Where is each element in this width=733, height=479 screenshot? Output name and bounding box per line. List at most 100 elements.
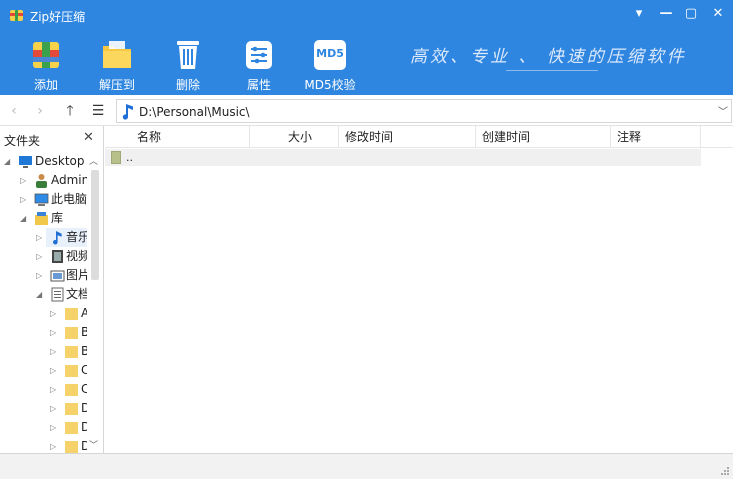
up-arrow-icon[interactable]: 🡑	[60, 101, 80, 121]
expanded-arrow-icon[interactable]: ◢	[36, 285, 46, 304]
delete-button[interactable]: 删除	[158, 38, 218, 93]
scroll-up-icon[interactable]: ︿	[89, 154, 98, 167]
menu-dropdown-icon[interactable]: ▾	[628, 4, 650, 24]
path-input[interactable]: D:\Personal\Music\ ﹀	[116, 99, 732, 123]
properties-button[interactable]: 属性	[229, 38, 289, 93]
list-view-icon[interactable]: ☰	[88, 101, 108, 121]
folder-pane-title: 文件夹	[4, 134, 41, 148]
title-bar: Zip好压缩 ▾ — ▢ ✕	[0, 0, 733, 30]
folder-icon	[65, 308, 78, 320]
collapsed-arrow-icon[interactable]: ▷	[36, 247, 46, 266]
document-icon	[51, 287, 64, 302]
file-name: ..	[126, 151, 133, 164]
tree-item-folder[interactable]: ▷ C	[0, 380, 89, 399]
properties-label: 属性	[246, 78, 271, 92]
collapsed-arrow-icon[interactable]: ▷	[36, 228, 46, 247]
tree-item-admin[interactable]: ▷ Admin	[0, 171, 90, 190]
column-comment[interactable]: 注释	[611, 126, 701, 148]
collapsed-arrow-icon[interactable]: ▷	[50, 399, 60, 418]
tree-item-folder[interactable]: ▷ D	[0, 437, 90, 453]
column-size[interactable]: 大小	[250, 126, 339, 148]
folder-icon	[65, 441, 78, 453]
folder-icon	[65, 384, 78, 396]
collapsed-arrow-icon[interactable]: ▷	[50, 437, 60, 453]
tree-item-library[interactable]: ◢ 库	[0, 209, 87, 228]
folder-extract-icon	[103, 41, 131, 68]
tree-item-video[interactable]: ▷ 视频	[0, 247, 90, 266]
slogan: 高效、专业 、 快速的压缩软件	[410, 47, 687, 67]
ribbon: Zip好压缩 ▾ — ▢ ✕ 添加 解压到 删除 属性 MD5 MD5校验 高效…	[0, 0, 733, 95]
table-row[interactable]: ..	[105, 149, 701, 166]
tree-item-label: Desktop	[35, 154, 85, 168]
tree-item-desktop[interactable]: ◢ Desktop	[0, 152, 87, 171]
tree-item-folder[interactable]: ▷ A	[0, 304, 89, 323]
library-icon	[35, 212, 48, 225]
folder-pane-header: 文件夹 ✕	[0, 126, 103, 150]
tree-item-label: 此电脑	[51, 192, 88, 206]
tree-item-this-pc[interactable]: ▷ 此电脑	[0, 190, 87, 209]
collapsed-arrow-icon[interactable]: ▷	[50, 380, 60, 399]
collapsed-arrow-icon[interactable]: ▷	[50, 418, 60, 437]
collapsed-arrow-icon[interactable]: ▷	[50, 323, 60, 342]
properties-sliders-icon	[246, 41, 272, 69]
video-icon	[52, 250, 63, 263]
folder-icon	[65, 327, 78, 339]
expanded-arrow-icon[interactable]: ◢	[20, 209, 30, 228]
music-icon	[53, 231, 62, 245]
column-created[interactable]: 创建时间	[476, 126, 611, 148]
tree-item-folder[interactable]: ▷ B	[0, 323, 89, 342]
parent-folder-icon	[111, 151, 121, 164]
collapsed-arrow-icon[interactable]: ▷	[36, 266, 46, 285]
tree-item-music[interactable]: 音乐	[46, 228, 90, 247]
folder-icon	[65, 346, 78, 358]
tree-item-documents[interactable]: ◢ 文档	[0, 285, 90, 304]
tree-item-folder[interactable]: ▷ B	[0, 342, 89, 361]
address-bar: ‹ › 🡑 ☰ D:\Personal\Music\ ﹀	[0, 95, 733, 126]
collapsed-arrow-icon[interactable]: ▷	[20, 171, 30, 190]
column-modified[interactable]: 修改时间	[339, 126, 476, 148]
trash-icon	[177, 41, 199, 69]
maximize-button[interactable]: ▢	[680, 4, 702, 24]
folder-icon	[65, 422, 78, 434]
scroll-down-icon[interactable]: ﹀	[89, 438, 98, 451]
app-title: Zip好压缩	[30, 10, 86, 24]
column-header: 名称 大小 修改时间 创建时间 注释	[105, 126, 733, 148]
md5-icon: MD5	[314, 40, 346, 70]
add-label: 添加	[33, 78, 58, 92]
tree-item-label: Admin	[51, 173, 90, 187]
tree-item-folder[interactable]: ▷ C	[0, 361, 89, 380]
back-icon[interactable]: ‹	[4, 101, 24, 121]
collapsed-arrow-icon[interactable]: ▷	[50, 342, 60, 361]
column-name[interactable]: 名称	[105, 126, 250, 148]
md5-label: MD5校验	[304, 78, 356, 92]
tree-item-folder[interactable]: ▷ D	[0, 418, 90, 437]
collapsed-arrow-icon[interactable]: ▷	[50, 304, 60, 323]
tree-scrollbar[interactable]: ︿ ﹀	[87, 152, 102, 452]
picture-icon	[50, 270, 65, 282]
path-text: D:\Personal\Music\	[139, 105, 250, 119]
tree-item-pictures[interactable]: ▷ 图片	[0, 266, 90, 285]
add-button[interactable]: 添加	[16, 38, 76, 93]
minimize-button[interactable]: —	[655, 4, 677, 24]
chevron-down-icon[interactable]: ﹀	[718, 103, 728, 118]
folder-icon	[65, 365, 78, 377]
tree-item-folder[interactable]: ▷ D	[0, 399, 90, 418]
md5-check-button[interactable]: MD5 MD5校验	[300, 38, 360, 93]
extract-label: 解压到	[98, 78, 135, 92]
close-pane-icon[interactable]: ✕	[83, 130, 94, 145]
md5-icon-text: MD5	[316, 47, 344, 60]
expanded-arrow-icon[interactable]: ◢	[4, 152, 14, 171]
scrollbar-thumb[interactable]	[91, 170, 99, 280]
folder-icon	[65, 403, 78, 415]
slogan-underline	[506, 70, 598, 71]
resize-grip-icon[interactable]	[720, 466, 730, 476]
file-list: 名称 大小 修改时间 创建时间 注释 ..	[105, 126, 733, 453]
forward-icon[interactable]: ›	[30, 101, 50, 121]
tree-item-label: 库	[51, 211, 64, 225]
collapsed-arrow-icon[interactable]: ▷	[20, 190, 30, 209]
collapsed-arrow-icon[interactable]: ▷	[50, 361, 60, 380]
close-button[interactable]: ✕	[707, 4, 729, 24]
desktop-icon	[19, 156, 32, 168]
extract-button[interactable]: 解压到	[87, 38, 147, 93]
status-bar	[0, 453, 733, 479]
